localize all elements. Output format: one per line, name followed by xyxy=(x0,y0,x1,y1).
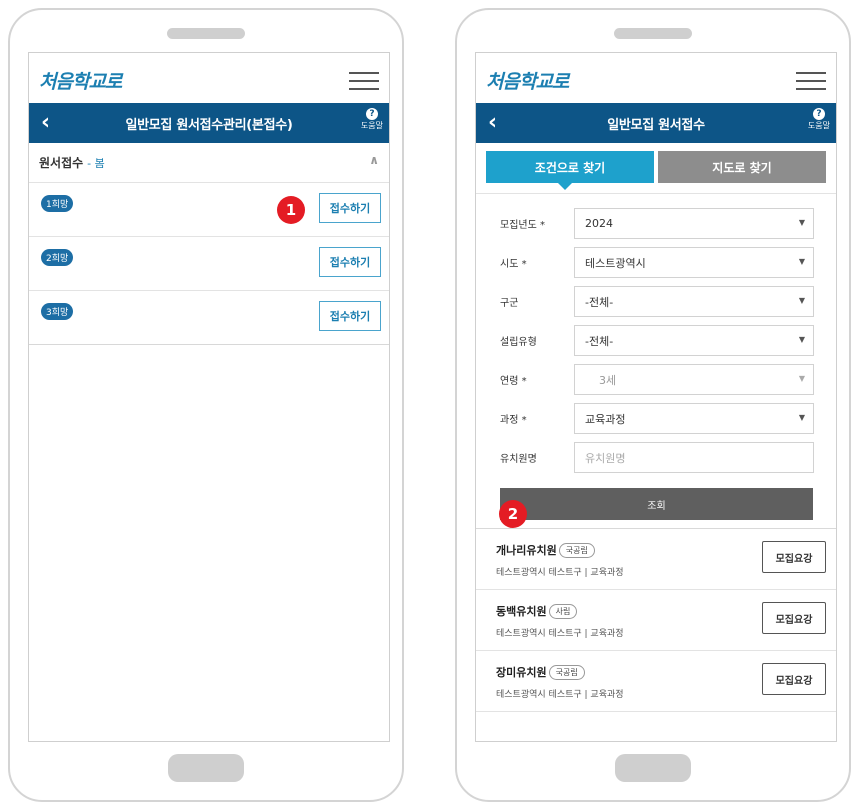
form-row-name: 유치원명 유치원명 xyxy=(476,438,836,477)
help-button[interactable]: ? 도움말 xyxy=(361,108,383,131)
list-item: 장미유치원 국공립 테스트광역시 테스트구 | 교육과정 모집요강 xyxy=(476,651,836,712)
age-select: 3세 ▼ xyxy=(574,364,814,395)
guideline-button[interactable]: 모집요강 xyxy=(762,663,826,695)
kindergarten-meta: 테스트광역시 테스트구 | 교육과정 xyxy=(496,568,624,578)
kindergarten-meta: 테스트광역시 테스트구 | 교육과정 xyxy=(496,690,624,700)
wish-row: 1희망 접수하기 xyxy=(29,183,389,237)
results-list: 개나리유치원 국공립 테스트광역시 테스트구 | 교육과정 모집요강 동백유치원 사… xyxy=(476,528,836,712)
apply-button[interactable]: 접수하기 xyxy=(319,301,381,331)
application-section-header[interactable]: 원서접수 - 봄 ∧ xyxy=(29,143,389,183)
wish-badge: 1희망 xyxy=(41,195,74,212)
logo-bar: 처음학교로 xyxy=(29,53,389,103)
kindergarten-name[interactable]: 장미유치원 xyxy=(496,664,547,680)
chevron-up-icon[interactable]: ∧ xyxy=(369,153,379,167)
field-label: 연령 * xyxy=(500,376,527,387)
active-tab-pointer xyxy=(558,183,572,190)
right-screen: 처음학교로 ‹ 일반모집 원서접수 ? 도움말 조건으로 찾기 지도로 찾기 모… xyxy=(475,52,837,742)
form-row-course: 과정 * 교육과정 ▼ xyxy=(476,399,836,438)
field-label: 구군 xyxy=(500,298,519,309)
field-label: 시도 * xyxy=(500,259,527,270)
hamburger-icon[interactable] xyxy=(349,72,379,96)
apply-button[interactable]: 접수하기 xyxy=(319,193,381,223)
form-row-district: 구군 -전체- ▼ xyxy=(476,282,836,321)
form-row-city: 시도 * 테스트광역시 ▼ xyxy=(476,243,836,282)
title-bar: ‹ 일반모집 원서접수 ? 도움말 xyxy=(476,103,836,143)
apply-button[interactable]: 접수하기 xyxy=(319,247,381,277)
wish-badge: 3희망 xyxy=(41,303,74,320)
section-sub: - 봄 xyxy=(87,156,105,170)
field-label: 설립유형 xyxy=(500,337,537,348)
phone-speaker xyxy=(167,28,245,39)
field-label: 모집년도 * xyxy=(500,220,545,231)
left-screen: 처음학교로 ‹ 일반모집 원서접수관리(본접수) ? 도움말 원서접수 - 봄 … xyxy=(28,52,390,742)
home-button xyxy=(168,754,244,782)
list-item: 동백유치원 사립 테스트광역시 테스트구 | 교육과정 모집요강 xyxy=(476,590,836,651)
type-badge: 국공립 xyxy=(548,664,585,680)
help-label: 도움말 xyxy=(807,121,830,130)
title-bar: ‹ 일반모집 원서접수관리(본접수) ? 도움말 xyxy=(29,103,389,143)
caret-down-icon: ▼ xyxy=(798,335,805,344)
search-form: 모집년도 * 2024 ▼ 시도 * 테스트광역시 ▼ 구군 -전체- ▼ 설립유형 … xyxy=(476,193,836,520)
caret-down-icon: ▼ xyxy=(798,218,805,227)
kindergarten-name[interactable]: 동백유치원 xyxy=(496,603,547,619)
section-label: 원서접수 xyxy=(39,156,84,170)
caret-down-icon: ▼ xyxy=(798,296,805,305)
list-item: 개나리유치원 국공립 테스트광역시 테스트구 | 교육과정 모집요강 xyxy=(476,529,836,590)
course-select[interactable]: 교육과정 ▼ xyxy=(574,403,814,434)
right-phone-frame: 처음학교로 ‹ 일반모집 원서접수 ? 도움말 조건으로 찾기 지도로 찾기 모… xyxy=(455,8,851,802)
chevron-left-icon[interactable]: ‹ xyxy=(41,110,50,135)
caret-down-icon: ▼ xyxy=(798,413,805,422)
kindergarten-name-input[interactable]: 유치원명 xyxy=(574,442,814,473)
type-badge: 사립 xyxy=(548,603,578,619)
help-label: 도움말 xyxy=(360,121,383,130)
district-select[interactable]: -전체- ▼ xyxy=(574,286,814,317)
caret-down-icon: ▼ xyxy=(798,257,805,266)
form-row-type: 설립유형 -전체- ▼ xyxy=(476,321,836,360)
step-marker-2: 2 xyxy=(499,500,527,528)
help-icon: ? xyxy=(812,108,825,120)
phone-speaker xyxy=(614,28,692,39)
logo-bar: 처음학교로 xyxy=(476,53,836,103)
hamburger-icon[interactable] xyxy=(796,72,826,96)
caret-down-icon: ▼ xyxy=(798,374,805,383)
form-row-age: 연령 * 3세 ▼ xyxy=(476,360,836,399)
form-row-year: 모집년도 * 2024 ▼ xyxy=(476,204,836,243)
wish-row: 2희망 접수하기 xyxy=(29,237,389,291)
search-button[interactable]: 조회 xyxy=(500,488,813,520)
year-select[interactable]: 2024 ▼ xyxy=(574,208,814,239)
establishment-type-select[interactable]: -전체- ▼ xyxy=(574,325,814,356)
kindergarten-name[interactable]: 개나리유치원 xyxy=(496,542,557,558)
help-button[interactable]: ? 도움말 xyxy=(808,108,830,131)
chevron-left-icon[interactable]: ‹ xyxy=(488,110,497,135)
tab-map-search[interactable]: 지도로 찾기 xyxy=(658,151,826,183)
page-title: 일반모집 원서접수 xyxy=(607,117,705,133)
home-button xyxy=(615,754,691,782)
type-badge: 국공립 xyxy=(558,542,595,558)
city-select[interactable]: 테스트광역시 ▼ xyxy=(574,247,814,278)
field-label: 과정 * xyxy=(500,415,527,426)
help-icon: ? xyxy=(365,108,378,120)
site-logo[interactable]: 처음학교로 xyxy=(39,67,122,94)
guideline-button[interactable]: 모집요강 xyxy=(762,541,826,573)
page-title: 일반모집 원서접수관리(본접수) xyxy=(125,117,293,133)
wish-badge: 2희망 xyxy=(41,249,74,266)
left-phone-frame: 처음학교로 ‹ 일반모집 원서접수관리(본접수) ? 도움말 원서접수 - 봄 … xyxy=(8,8,404,802)
step-marker-1: 1 xyxy=(277,196,305,224)
wish-row: 3희망 접수하기 xyxy=(29,291,389,345)
kindergarten-meta: 테스트광역시 테스트구 | 교육과정 xyxy=(496,629,624,639)
search-tabs: 조건으로 찾기 지도로 찾기 xyxy=(476,143,836,190)
tab-condition-search[interactable]: 조건으로 찾기 xyxy=(486,151,654,183)
site-logo[interactable]: 처음학교로 xyxy=(486,67,569,94)
field-label: 유치원명 xyxy=(500,454,537,465)
guideline-button[interactable]: 모집요강 xyxy=(762,602,826,634)
